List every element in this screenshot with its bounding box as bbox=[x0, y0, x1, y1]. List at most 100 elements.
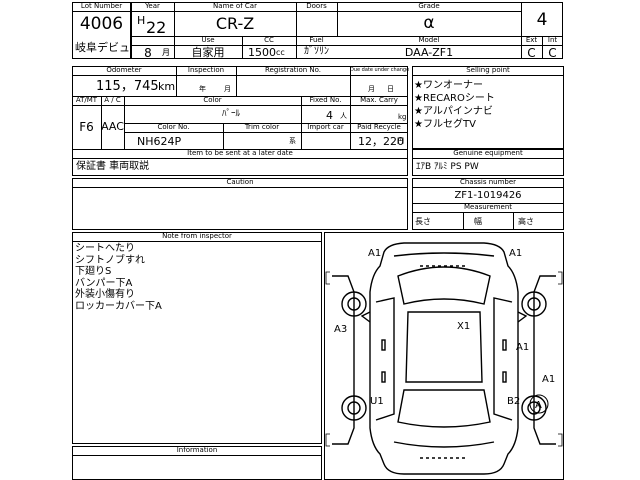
import-label: Import car bbox=[307, 123, 344, 131]
chassis-value: ZF1-1019426 bbox=[454, 190, 522, 201]
cc-label: CC bbox=[264, 36, 274, 44]
bracket-right-top bbox=[558, 271, 563, 285]
damage-mark: A1 bbox=[509, 248, 522, 259]
odometer-label: Odometer bbox=[106, 66, 142, 74]
inspection-label: Inspection bbox=[187, 66, 225, 74]
inspector-note: 外装小傷有り bbox=[75, 289, 135, 301]
grade-label: Grade bbox=[418, 2, 440, 10]
inspector-note: シフトノブすれ bbox=[75, 254, 145, 266]
odometer-value: 115，745 bbox=[96, 79, 159, 94]
height-label: 高さ bbox=[518, 217, 534, 226]
selling-point-item: ★ワンオーナー bbox=[414, 80, 483, 91]
inspector-notes-list: シートへたり シフトノブすれ 下廻りS バンパー下A 外装小傷有り ロッカーカバ… bbox=[75, 243, 162, 313]
year-value: 22 bbox=[146, 18, 167, 37]
caution-label: Caution bbox=[226, 178, 254, 186]
color-no-label: Color No. bbox=[157, 123, 190, 131]
damage-mark: A3 bbox=[334, 324, 347, 335]
name-label: Name of Car bbox=[213, 2, 257, 10]
inspection-month-unit: 月 bbox=[224, 85, 231, 93]
color-value: ﾊﾟｰﾙ bbox=[222, 109, 241, 119]
atmt-label: AT/MT bbox=[75, 96, 98, 104]
equipment-value: ｴｱB ｱﾙﾐ PS PW bbox=[416, 162, 479, 172]
chassis-label: Chassis number bbox=[459, 178, 517, 186]
inspector-note: 下廻りS bbox=[75, 266, 112, 278]
model-value: DAA-ZF1 bbox=[404, 46, 454, 59]
lot-label: Lot Number bbox=[80, 2, 123, 10]
selling-point-item: ★アルパインナビ bbox=[414, 106, 493, 117]
door-handle-right bbox=[502, 339, 507, 351]
ac-value: AAC bbox=[101, 120, 124, 133]
inspector-notes-label: Note from inspector bbox=[162, 232, 232, 240]
damage-mark: A1 bbox=[542, 374, 555, 385]
trunk-line bbox=[393, 441, 495, 448]
bracket-left-top bbox=[325, 271, 330, 285]
later-value: 保証書 車両取説 bbox=[76, 161, 150, 172]
model-label: Model bbox=[418, 36, 440, 44]
cc-unit: cc bbox=[276, 48, 285, 57]
grade-value: α bbox=[423, 13, 435, 33]
atmt-value: F6 bbox=[79, 120, 94, 134]
door-handle-left-rear bbox=[381, 371, 386, 383]
selling-point-item: ★RECAROシート bbox=[414, 93, 495, 104]
ext-label: Ext bbox=[525, 36, 538, 44]
color-no-value: NH624P bbox=[137, 135, 182, 148]
ac-label: A / C bbox=[104, 96, 121, 104]
selling-point-item: ★フルセグTV bbox=[414, 119, 476, 130]
year-era: H bbox=[137, 14, 146, 27]
car-name: CR-Z bbox=[215, 14, 255, 33]
windscreen bbox=[397, 266, 491, 305]
inspector-note: シートへたり bbox=[75, 243, 135, 254]
dealer-name: 岐阜デビュ bbox=[75, 41, 130, 54]
information-label: Information bbox=[176, 446, 218, 454]
bracket-right-bottom bbox=[558, 433, 563, 447]
use-value: 自家用 bbox=[191, 46, 225, 59]
damage-mark: A bbox=[535, 400, 542, 411]
cc-value: 1500 bbox=[248, 46, 276, 59]
damage-mark: A1 bbox=[516, 342, 529, 353]
fuel-value: ｶﾞｿﾘﾝ bbox=[304, 46, 329, 57]
damage-mark: B2 bbox=[507, 396, 520, 407]
mirror-left bbox=[360, 311, 371, 323]
registration-label: Registration No. bbox=[264, 66, 322, 74]
selling-point-list: ★ワンオーナー ★RECAROシート ★アルパインナビ ★フルセグTV bbox=[414, 79, 495, 131]
fuel-label: Fuel bbox=[309, 36, 324, 44]
trim-label: Trim color bbox=[244, 123, 280, 131]
color-label: Color bbox=[203, 96, 222, 104]
inspector-note: バンパー下A bbox=[75, 277, 133, 289]
int-value: C bbox=[548, 46, 557, 60]
seats-value: 4 bbox=[536, 10, 548, 30]
use-label: Use bbox=[201, 36, 215, 44]
year-label: Year bbox=[145, 2, 160, 10]
max-carry-unit: kg bbox=[398, 113, 407, 121]
hood-line bbox=[393, 252, 495, 257]
ext-value: C bbox=[527, 46, 536, 60]
later-label: Item to be sent at a later date bbox=[187, 149, 293, 157]
length-label: 長さ bbox=[415, 217, 431, 226]
due-date-label: Due date under change bbox=[350, 67, 410, 73]
damage-mark: A1 bbox=[368, 248, 381, 259]
mirror-right bbox=[517, 311, 528, 323]
month-unit: 月 bbox=[162, 48, 170, 57]
int-label: Int bbox=[547, 36, 558, 44]
recycle-label: Paid Recycle bbox=[357, 123, 401, 131]
door-handle-right-rear bbox=[502, 371, 507, 383]
trim-unit: 系 bbox=[289, 137, 296, 145]
doors-label: Doors bbox=[306, 2, 327, 10]
fixed-unit: 人 bbox=[340, 112, 347, 120]
roof bbox=[405, 311, 483, 383]
rear-window bbox=[397, 389, 491, 428]
car-diagram: A1 A1 A3 X1 A1 A1 U1 B2 A bbox=[325, 242, 563, 475]
odometer-unit: km bbox=[158, 80, 176, 93]
door-handle-left bbox=[381, 339, 386, 351]
damage-mark: U1 bbox=[370, 396, 384, 407]
max-carry-label: Max. Carry bbox=[360, 96, 398, 104]
width-label: 幅 bbox=[474, 217, 482, 226]
selling-point-label: Selling point bbox=[466, 66, 510, 74]
recycle-unit: 円 bbox=[397, 137, 404, 145]
equipment-label: Genuine equipment bbox=[453, 149, 523, 157]
fixed-value: 4 bbox=[326, 109, 333, 122]
lot-number: 4006 bbox=[79, 14, 124, 34]
month-value: 8 bbox=[144, 46, 152, 60]
due-date-unit: 月日 bbox=[368, 85, 406, 93]
damage-mark: X1 bbox=[457, 321, 470, 332]
